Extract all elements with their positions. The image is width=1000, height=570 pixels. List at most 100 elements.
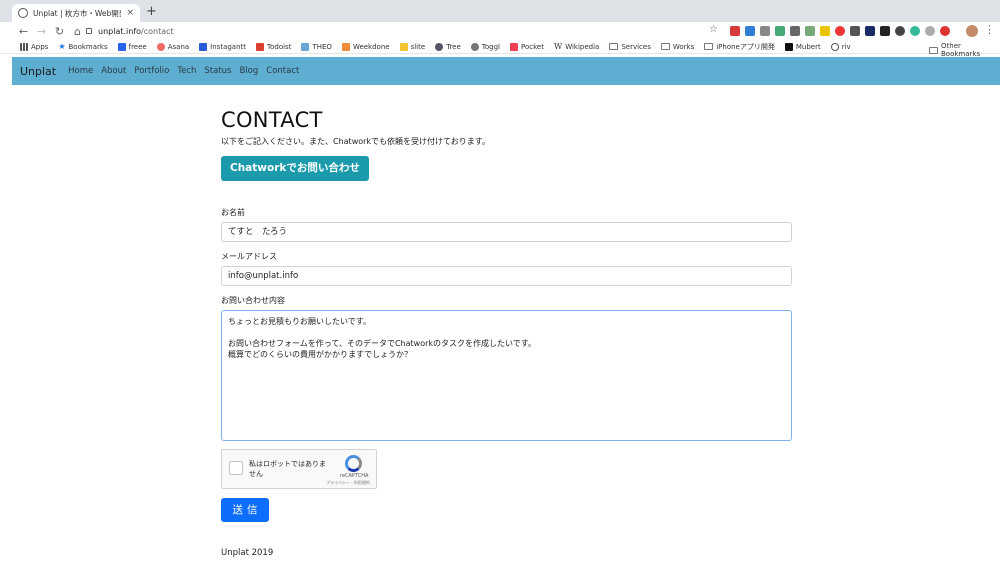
- nav-contact[interactable]: Contact: [266, 66, 299, 76]
- mubert-icon: [784, 42, 793, 51]
- asana-icon: [156, 42, 165, 51]
- contact-content: CONTACT 以下をご記入ください。また、Chatworkでも依頼を受け付けて…: [221, 108, 792, 558]
- bookmark-label: riv: [841, 42, 851, 51]
- submit-button[interactable]: 送信: [221, 498, 269, 522]
- site-brand[interactable]: Unplat: [20, 65, 56, 78]
- site-navbar: Unplat Home About Portfolio Tech Status …: [12, 57, 1000, 85]
- bookmark-label: Works: [672, 42, 695, 51]
- extension-icon[interactable]: [940, 26, 950, 36]
- extension-icon[interactable]: [880, 26, 890, 36]
- bookmarks-bar: Apps ★ Bookmarks freee Asana Instagantt T…: [0, 40, 1000, 58]
- bookmark-item[interactable]: riv: [830, 42, 851, 51]
- bookmark-label: Bookmarks: [68, 42, 108, 51]
- other-bookmarks[interactable]: Other Bookmarks: [929, 42, 1000, 58]
- extension-icon[interactable]: [820, 26, 830, 36]
- bookmark-star-icon[interactable]: ☆: [709, 24, 718, 35]
- bookmark-item[interactable]: Instagantt: [199, 42, 246, 51]
- recaptcha-brand: reCAPTCHA: [340, 473, 369, 479]
- lock-icon: [86, 28, 92, 34]
- bookmark-apps[interactable]: Apps: [20, 42, 48, 51]
- recaptcha-logo-icon: [345, 455, 362, 472]
- name-field[interactable]: てすと たろう: [221, 222, 792, 242]
- close-tab-icon[interactable]: ×: [126, 8, 134, 18]
- nav-tech[interactable]: Tech: [177, 66, 196, 76]
- bookmark-label: Asana: [167, 42, 190, 51]
- recaptcha-label: 私はロボットではありません: [249, 460, 326, 478]
- nav-status[interactable]: Status: [204, 66, 231, 76]
- nav-about[interactable]: About: [101, 66, 126, 76]
- bookmark-item[interactable]: THEO: [301, 42, 332, 51]
- bookmark-folder[interactable]: iPhoneアプリ開発: [704, 42, 775, 52]
- bookmark-folder[interactable]: Services: [609, 43, 651, 51]
- page-title: CONTACT: [221, 108, 323, 132]
- nav-home[interactable]: Home: [68, 66, 93, 76]
- extension-icon[interactable]: [910, 26, 920, 36]
- recaptcha-terms[interactable]: プライバシー - 利用規約: [326, 480, 370, 486]
- bookmark-item[interactable]: Weekdone: [341, 42, 390, 51]
- bookmark-label: Todoist: [267, 42, 292, 51]
- chatwork-button[interactable]: Chatworkでお問い合わせ: [221, 156, 369, 181]
- bookmark-label: Wikipedia: [565, 42, 600, 51]
- wikipedia-icon: W: [553, 42, 563, 51]
- apps-grid-icon: [20, 42, 28, 51]
- url-path: /contact: [141, 26, 174, 36]
- bookmark-folder[interactable]: Works: [660, 42, 695, 51]
- bookmark-label: iPhoneアプリ開発: [716, 42, 775, 51]
- slite-icon: [399, 42, 408, 51]
- email-label: メールアドレス: [221, 252, 277, 261]
- theo-icon: [301, 42, 310, 51]
- extension-icon[interactable]: [835, 26, 845, 36]
- extension-icon[interactable]: [925, 26, 935, 36]
- star-icon: ★: [58, 42, 66, 51]
- back-icon[interactable]: ←: [16, 25, 31, 38]
- extension-icon[interactable]: [895, 26, 905, 36]
- bookmark-label: Services: [621, 42, 651, 51]
- forward-icon[interactable]: →: [34, 25, 49, 38]
- browser-tab[interactable]: Unplat | 枚方市・Web開発・アプ ×: [12, 4, 140, 22]
- bookmark-item[interactable]: Tree: [435, 42, 461, 51]
- url-text[interactable]: unplat.info/contact: [98, 27, 174, 36]
- recaptcha-widget: 私はロボットではありません reCAPTCHA プライバシー - 利用規約: [221, 449, 377, 489]
- bookmark-item[interactable]: slite: [399, 42, 425, 51]
- bookmark-label: Weekdone: [352, 42, 390, 51]
- extension-icon[interactable]: [865, 26, 875, 36]
- bookmark-item[interactable]: Toggl: [470, 42, 500, 51]
- recaptcha-checkbox[interactable]: [229, 461, 243, 475]
- extension-icon[interactable]: [790, 26, 800, 36]
- bookmark-label: Toggl: [481, 42, 500, 51]
- bookmark-label: Mubert: [795, 42, 821, 51]
- reload-icon[interactable]: ↻: [52, 25, 67, 38]
- bookmark-item[interactable]: freee: [117, 42, 147, 51]
- extension-icon[interactable]: [775, 26, 785, 36]
- globe-icon: [18, 8, 28, 18]
- bookmark-item[interactable]: Mubert: [784, 42, 821, 51]
- extension-icon[interactable]: [805, 26, 815, 36]
- message-textarea[interactable]: ちょっとお見積もりお願いしたいです。 お問い合わせフォームを作って、そのデータで…: [221, 310, 792, 441]
- nav-portfolio[interactable]: Portfolio: [134, 66, 169, 76]
- bookmark-label: Pocket: [520, 42, 544, 51]
- instagantt-icon: [199, 42, 208, 51]
- menu-icon[interactable]: ⋮: [984, 23, 995, 36]
- bookmark-item[interactable]: W Wikipedia: [554, 42, 599, 51]
- bookmark-label: Other Bookmarks: [941, 42, 981, 58]
- bookmark-item[interactable]: Pocket: [509, 42, 544, 51]
- extension-icon[interactable]: [760, 26, 770, 36]
- bookmark-item[interactable]: Asana: [156, 42, 190, 51]
- bookmark-item[interactable]: ★ Bookmarks: [58, 42, 107, 51]
- site-nav: Home About Portfolio Tech Status Blog Co…: [68, 66, 299, 76]
- new-tab-button[interactable]: +: [146, 4, 157, 20]
- pocket-icon: [509, 42, 518, 51]
- bookmark-label: THEO: [312, 42, 332, 51]
- home-icon[interactable]: ⌂: [70, 25, 85, 38]
- email-field[interactable]: info@unplat.info: [221, 266, 792, 286]
- nav-blog[interactable]: Blog: [239, 66, 258, 76]
- extension-icon[interactable]: [850, 26, 860, 36]
- extension-icon[interactable]: [730, 26, 740, 36]
- profile-avatar[interactable]: [966, 25, 978, 37]
- weekdone-icon: [341, 42, 350, 51]
- bookmark-item[interactable]: Todoist: [256, 42, 292, 51]
- folder-icon: [660, 43, 670, 50]
- browser-toolbar: ← → ↻ ⌂ unplat.info/contact ☆ ⋮: [0, 22, 1000, 40]
- address-bar[interactable]: unplat.info/contact: [86, 23, 726, 39]
- extension-icon[interactable]: [745, 26, 755, 36]
